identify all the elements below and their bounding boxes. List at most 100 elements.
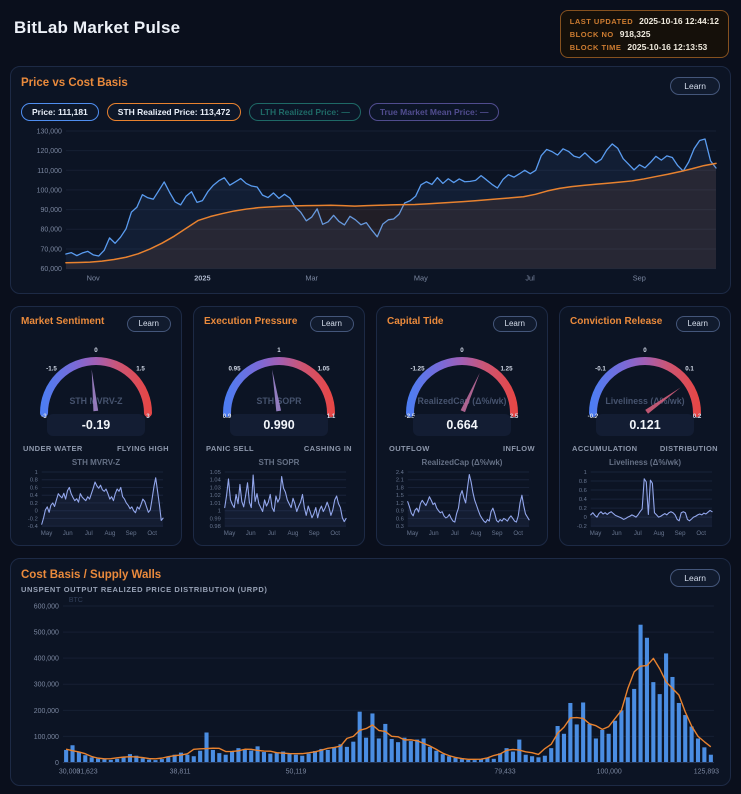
svg-text:Sep: Sep: [309, 530, 320, 537]
legend-chip-3[interactable]: True Market Mean Price: —: [369, 103, 500, 121]
app-title: BitLab Market Pulse: [14, 18, 180, 38]
svg-text:May: May: [407, 530, 419, 537]
svg-text:1.02: 1.02: [210, 493, 221, 499]
svg-text:2.5: 2.5: [510, 413, 519, 420]
svg-text:3: 3: [146, 413, 150, 420]
svg-text:May: May: [590, 530, 602, 537]
last-updated-value: 2025-10-16 12:44:12: [639, 16, 719, 26]
svg-text:120,000: 120,000: [37, 148, 62, 155]
gauge-low-label: ACCUMULATION: [572, 444, 638, 453]
svg-text:Oct: Oct: [147, 530, 157, 537]
svg-text:1.01: 1.01: [210, 501, 221, 507]
legend-chip-2[interactable]: LTH Realized Price: —: [249, 103, 361, 121]
svg-text:1.2: 1.2: [396, 501, 404, 507]
svg-text:0: 0: [94, 347, 98, 354]
svg-text:BTC: BTC: [69, 597, 83, 604]
svg-text:1.8: 1.8: [396, 485, 404, 491]
svg-text:0.6: 0.6: [30, 485, 38, 491]
gauge-low-label: PANIC SELL: [206, 444, 254, 453]
svg-text:1.04: 1.04: [210, 477, 222, 483]
svg-text:May: May: [224, 530, 236, 537]
svg-text:Oct: Oct: [513, 530, 523, 537]
gauge-range-words: UNDER WATER FLYING HIGH: [23, 444, 169, 453]
gauge-title: Execution Pressure: [204, 316, 297, 327]
gauge-sparkline-chart[interactable]: 0.30.60.91.21.51.82.12.4MayJunJulAugSepO…: [387, 468, 537, 537]
svg-text:1: 1: [35, 469, 38, 475]
gauge-title: Conviction Release: [570, 316, 662, 327]
gauge: -0.2-0.100.10.2Liveliness (Δ%/wk) 0.121: [570, 337, 720, 436]
svg-text:0.95: 0.95: [228, 365, 241, 372]
svg-text:0: 0: [55, 760, 59, 767]
svg-text:Oct: Oct: [696, 530, 706, 537]
svg-text:-0.2: -0.2: [28, 516, 38, 522]
svg-text:1.05: 1.05: [210, 469, 221, 475]
svg-text:1: 1: [277, 347, 281, 354]
svg-text:1: 1: [218, 508, 221, 514]
svg-text:79,433: 79,433: [494, 768, 515, 775]
learn-button[interactable]: Learn: [670, 77, 720, 95]
svg-text:0.2: 0.2: [693, 413, 702, 420]
learn-button[interactable]: Learn: [493, 316, 537, 332]
gauge-value: 0.664: [413, 414, 511, 436]
svg-text:31,623: 31,623: [76, 768, 97, 775]
svg-text:Jun: Jun: [63, 530, 73, 537]
gauge-panel: Market Sentiment Learn -3-1.501.53STH MV…: [10, 306, 182, 546]
legend-chip-0[interactable]: Price: 111,181: [21, 103, 99, 121]
svg-text:0.4: 0.4: [579, 497, 588, 503]
svg-text:0: 0: [460, 347, 464, 354]
gauge-sparkline-chart[interactable]: 0.980.9911.011.021.031.041.05MayJunJulAu…: [204, 468, 354, 537]
svg-text:May: May: [41, 530, 53, 537]
block-no-row: BLOCK NO 918,325: [570, 29, 719, 39]
price-chart[interactable]: 60,00070,00080,00090,000100,000110,00012…: [21, 125, 720, 283]
svg-text:0.98: 0.98: [210, 524, 221, 530]
price-panel: Price vs Cost Basis Learn Price: 111,181…: [10, 66, 731, 294]
learn-button[interactable]: Learn: [310, 316, 354, 332]
top-bar: BitLab Market Pulse LAST UPDATED 2025-10…: [10, 8, 731, 66]
urpd-chart[interactable]: 0100,000200,000300,000400,000500,000600,…: [21, 594, 720, 775]
gauge-sparkline-chart[interactable]: -0.4-0.200.20.40.60.81MayJunJulAugSepOct: [21, 468, 171, 537]
svg-text:0.6: 0.6: [396, 516, 404, 522]
svg-text:1.1: 1.1: [327, 413, 336, 420]
svg-text:Sep: Sep: [633, 274, 646, 283]
gauge: -3-1.501.53STH MVRV-Z -0.19: [21, 337, 171, 436]
svg-text:-1.5: -1.5: [46, 365, 57, 372]
svg-text:0.6: 0.6: [579, 488, 587, 494]
svg-text:100,000: 100,000: [597, 768, 622, 775]
dashboard: BitLab Market Pulse LAST UPDATED 2025-10…: [0, 0, 741, 794]
learn-button[interactable]: Learn: [670, 569, 720, 587]
svg-text:Oct: Oct: [330, 530, 340, 537]
gauge-title: Capital Tide: [387, 316, 444, 327]
svg-text:600,000: 600,000: [34, 603, 59, 610]
svg-text:Jul: Jul: [634, 530, 642, 537]
svg-text:Sep: Sep: [675, 530, 686, 537]
svg-text:70,000: 70,000: [41, 246, 62, 253]
svg-text:0.2: 0.2: [579, 506, 587, 512]
svg-text:2025: 2025: [194, 274, 210, 283]
block-no-value: 918,325: [620, 29, 651, 39]
svg-text:Nov: Nov: [87, 274, 100, 283]
svg-text:0.4: 0.4: [30, 493, 39, 499]
learn-button[interactable]: Learn: [127, 316, 171, 332]
svg-text:Aug: Aug: [470, 530, 481, 537]
svg-text:Liveliness (Δ%/wk): Liveliness (Δ%/wk): [605, 396, 684, 406]
svg-text:130,000: 130,000: [37, 128, 62, 135]
block-time-row: BLOCK TIME 2025-10-16 12:13:53: [570, 42, 719, 52]
svg-text:-0.4: -0.4: [28, 524, 39, 530]
svg-text:0.3: 0.3: [396, 524, 404, 530]
svg-text:0.9: 0.9: [396, 508, 404, 514]
gauge: -2.5-1.2501.252.5RealizedCap (Δ%/wk) 0.6…: [387, 337, 537, 436]
svg-text:-0.2: -0.2: [577, 524, 587, 530]
urpd-panel-title: Cost Basis / Supply Walls: [21, 569, 268, 581]
svg-text:80,000: 80,000: [41, 227, 62, 234]
urpd-subtitle: UNSPENT OUTPUT REALIZED PRICE DISTRIBUTI…: [21, 585, 268, 594]
gauge: 0.90.9511.051.1STH SOPR 0.990: [204, 337, 354, 436]
svg-text:Jul: Jul: [451, 530, 459, 537]
gauge-value: -0.19: [47, 414, 145, 436]
gauge-range-words: ACCUMULATION DISTRIBUTION: [572, 444, 718, 453]
svg-text:0.2: 0.2: [30, 501, 38, 507]
gauge-sparkline-chart[interactable]: -0.200.20.40.60.81MayJunJulAugSepOct: [570, 468, 720, 537]
gauge-low-label: UNDER WATER: [23, 444, 83, 453]
legend-chip-1[interactable]: STH Realized Price: 113,472: [107, 103, 241, 121]
learn-button[interactable]: Learn: [676, 316, 720, 332]
svg-text:Mar: Mar: [305, 274, 318, 283]
